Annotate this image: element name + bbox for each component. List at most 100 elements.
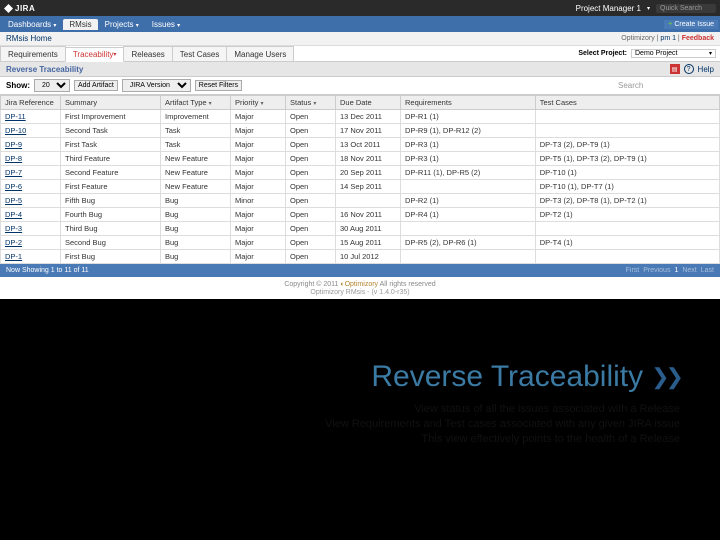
cell-status: Open <box>286 250 336 264</box>
cell-status: Open <box>286 208 336 222</box>
panel-title: Reverse Traceability <box>6 65 83 74</box>
cell-test-cases: DP-T3 (2), DP-T8 (1), DP-T2 (1) <box>535 194 719 208</box>
cell-jira-ref[interactable]: DP-9 <box>1 138 61 152</box>
cell-status: Open <box>286 138 336 152</box>
help-icon[interactable]: ? <box>684 64 694 74</box>
cell-requirements: DP-R4 (1) <box>401 208 536 222</box>
nav-rmsis[interactable]: RMsis <box>63 19 97 30</box>
col-requirements[interactable]: Requirements <box>401 96 536 110</box>
cell-summary: First Bug <box>61 250 161 264</box>
user-link[interactable]: pm 1 <box>660 35 676 42</box>
rmsis-home-link[interactable]: RMsis Home <box>6 34 52 43</box>
page-first[interactable]: First <box>626 267 640 274</box>
help-link[interactable]: Help <box>698 65 714 74</box>
cell-requirements: DP-R11 (1), DP-R5 (2) <box>401 166 536 180</box>
cell-due-date: 16 Nov 2011 <box>336 208 401 222</box>
filter-bar: Show: 20 Add Artifact JIRA Version Reset… <box>0 77 720 95</box>
cell-due-date: 20 Sep 2011 <box>336 166 401 180</box>
traceability-table: Jira Reference Summary Artifact Type ▾ P… <box>0 95 720 264</box>
cell-jira-ref[interactable]: DP-7 <box>1 166 61 180</box>
slide-line: View Requirements and Test cases associa… <box>0 417 680 432</box>
tab-manage-users[interactable]: Manage Users <box>226 46 294 61</box>
chevron-down-icon: ▾ <box>209 101 212 107</box>
nav-dashboards[interactable]: Dashboards ▾ <box>2 19 62 30</box>
cell-artifact-type: Bug <box>161 208 231 222</box>
col-artifact-type[interactable]: Artifact Type ▾ <box>161 96 231 110</box>
cell-test-cases <box>535 250 719 264</box>
jira-version-select[interactable]: JIRA Version <box>122 79 191 92</box>
add-artifact-button[interactable]: Add Artifact <box>74 80 118 91</box>
jira-logo-icon <box>4 4 13 13</box>
col-due-date[interactable]: Due Date <box>336 96 401 110</box>
cell-jira-ref[interactable]: DP-11 <box>1 110 61 124</box>
page-size-select[interactable]: 20 <box>34 79 70 92</box>
cell-status: Open <box>286 222 336 236</box>
cell-priority: Major <box>231 138 286 152</box>
cell-jira-ref[interactable]: DP-5 <box>1 194 61 208</box>
pdf-export-icon[interactable]: ▤ <box>670 64 680 74</box>
user-dropdown-icon[interactable]: ▾ <box>647 5 650 12</box>
cell-jira-ref[interactable]: DP-2 <box>1 236 61 250</box>
app-screenshot: JIRA Project Manager 1 ▾ Quick Search Da… <box>0 0 720 299</box>
table-row: DP-10Second TaskTaskMajorOpen17 Nov 2011… <box>1 124 720 138</box>
cell-jira-ref[interactable]: DP-6 <box>1 180 61 194</box>
cell-test-cases: DP-T2 (1) <box>535 208 719 222</box>
cell-status: Open <box>286 124 336 138</box>
nav-projects[interactable]: Projects ▾ <box>99 19 145 30</box>
cell-status: Open <box>286 236 336 250</box>
table-row: DP-7Second FeatureNew FeatureMajorOpen20… <box>1 166 720 180</box>
table-search-input[interactable]: Search <box>614 80 714 91</box>
create-issue-button[interactable]: + Create Issue <box>664 20 718 29</box>
page-next[interactable]: Next <box>682 267 696 274</box>
cell-artifact-type: Bug <box>161 194 231 208</box>
cell-jira-ref[interactable]: DP-8 <box>1 152 61 166</box>
cell-priority: Major <box>231 180 286 194</box>
reset-filters-button[interactable]: Reset Filters <box>195 80 242 91</box>
cell-due-date: 13 Oct 2011 <box>336 138 401 152</box>
tab-traceability[interactable]: Traceability ▾ <box>65 47 125 62</box>
cell-test-cases <box>535 222 719 236</box>
chevron-down-icon: ▾ <box>260 101 263 107</box>
cell-due-date: 14 Sep 2011 <box>336 180 401 194</box>
double-chevron-icon: ❯❯ <box>651 364 680 390</box>
tab-test-cases[interactable]: Test Cases <box>172 46 228 61</box>
current-user[interactable]: Project Manager 1 <box>576 4 641 13</box>
quick-search-input[interactable]: Quick Search <box>656 4 716 13</box>
cell-artifact-type: Bug <box>161 236 231 250</box>
cell-jira-ref[interactable]: DP-4 <box>1 208 61 222</box>
cell-jira-ref[interactable]: DP-1 <box>1 250 61 264</box>
tab-releases[interactable]: Releases <box>123 46 172 61</box>
slide-line: View status of all the issues associated… <box>0 402 680 417</box>
nav-issues[interactable]: Issues ▾ <box>146 19 186 30</box>
cell-artifact-type: Bug <box>161 222 231 236</box>
cell-test-cases: DP-T5 (1), DP-T3 (2), DP-T9 (1) <box>535 152 719 166</box>
cell-priority: Minor <box>231 194 286 208</box>
col-status[interactable]: Status ▾ <box>286 96 336 110</box>
col-jira-ref[interactable]: Jira Reference <box>1 96 61 110</box>
chevron-down-icon: ▾ <box>113 51 116 58</box>
col-summary[interactable]: Summary <box>61 96 161 110</box>
cell-priority: Major <box>231 152 286 166</box>
cell-due-date: 15 Aug 2011 <box>336 236 401 250</box>
chevron-down-icon: ▾ <box>313 101 316 107</box>
feedback-link[interactable]: Feedback <box>682 35 714 42</box>
page-previous[interactable]: Previous <box>643 267 670 274</box>
cell-summary: Second Feature <box>61 166 161 180</box>
cell-artifact-type: Task <box>161 124 231 138</box>
tab-requirements[interactable]: Requirements <box>0 46 66 61</box>
cell-jira-ref[interactable]: DP-3 <box>1 222 61 236</box>
project-select[interactable]: Demo Project▾ <box>631 49 716 58</box>
col-test-cases[interactable]: Test Cases <box>535 96 719 110</box>
chevron-down-icon: ▾ <box>709 50 712 57</box>
page-last[interactable]: Last <box>701 267 714 274</box>
cell-requirements: DP-R3 (1) <box>401 152 536 166</box>
cell-artifact-type: Improvement <box>161 110 231 124</box>
col-priority[interactable]: Priority ▾ <box>231 96 286 110</box>
cell-jira-ref[interactable]: DP-10 <box>1 124 61 138</box>
table-row: DP-4Fourth BugBugMajorOpen16 Nov 2011DP-… <box>1 208 720 222</box>
cell-test-cases: DP-T10 (1), DP-T7 (1) <box>535 180 719 194</box>
cell-requirements: DP-R1 (1) <box>401 110 536 124</box>
cell-status: Open <box>286 194 336 208</box>
cell-summary: Third Bug <box>61 222 161 236</box>
page-current: 1 <box>674 267 678 274</box>
